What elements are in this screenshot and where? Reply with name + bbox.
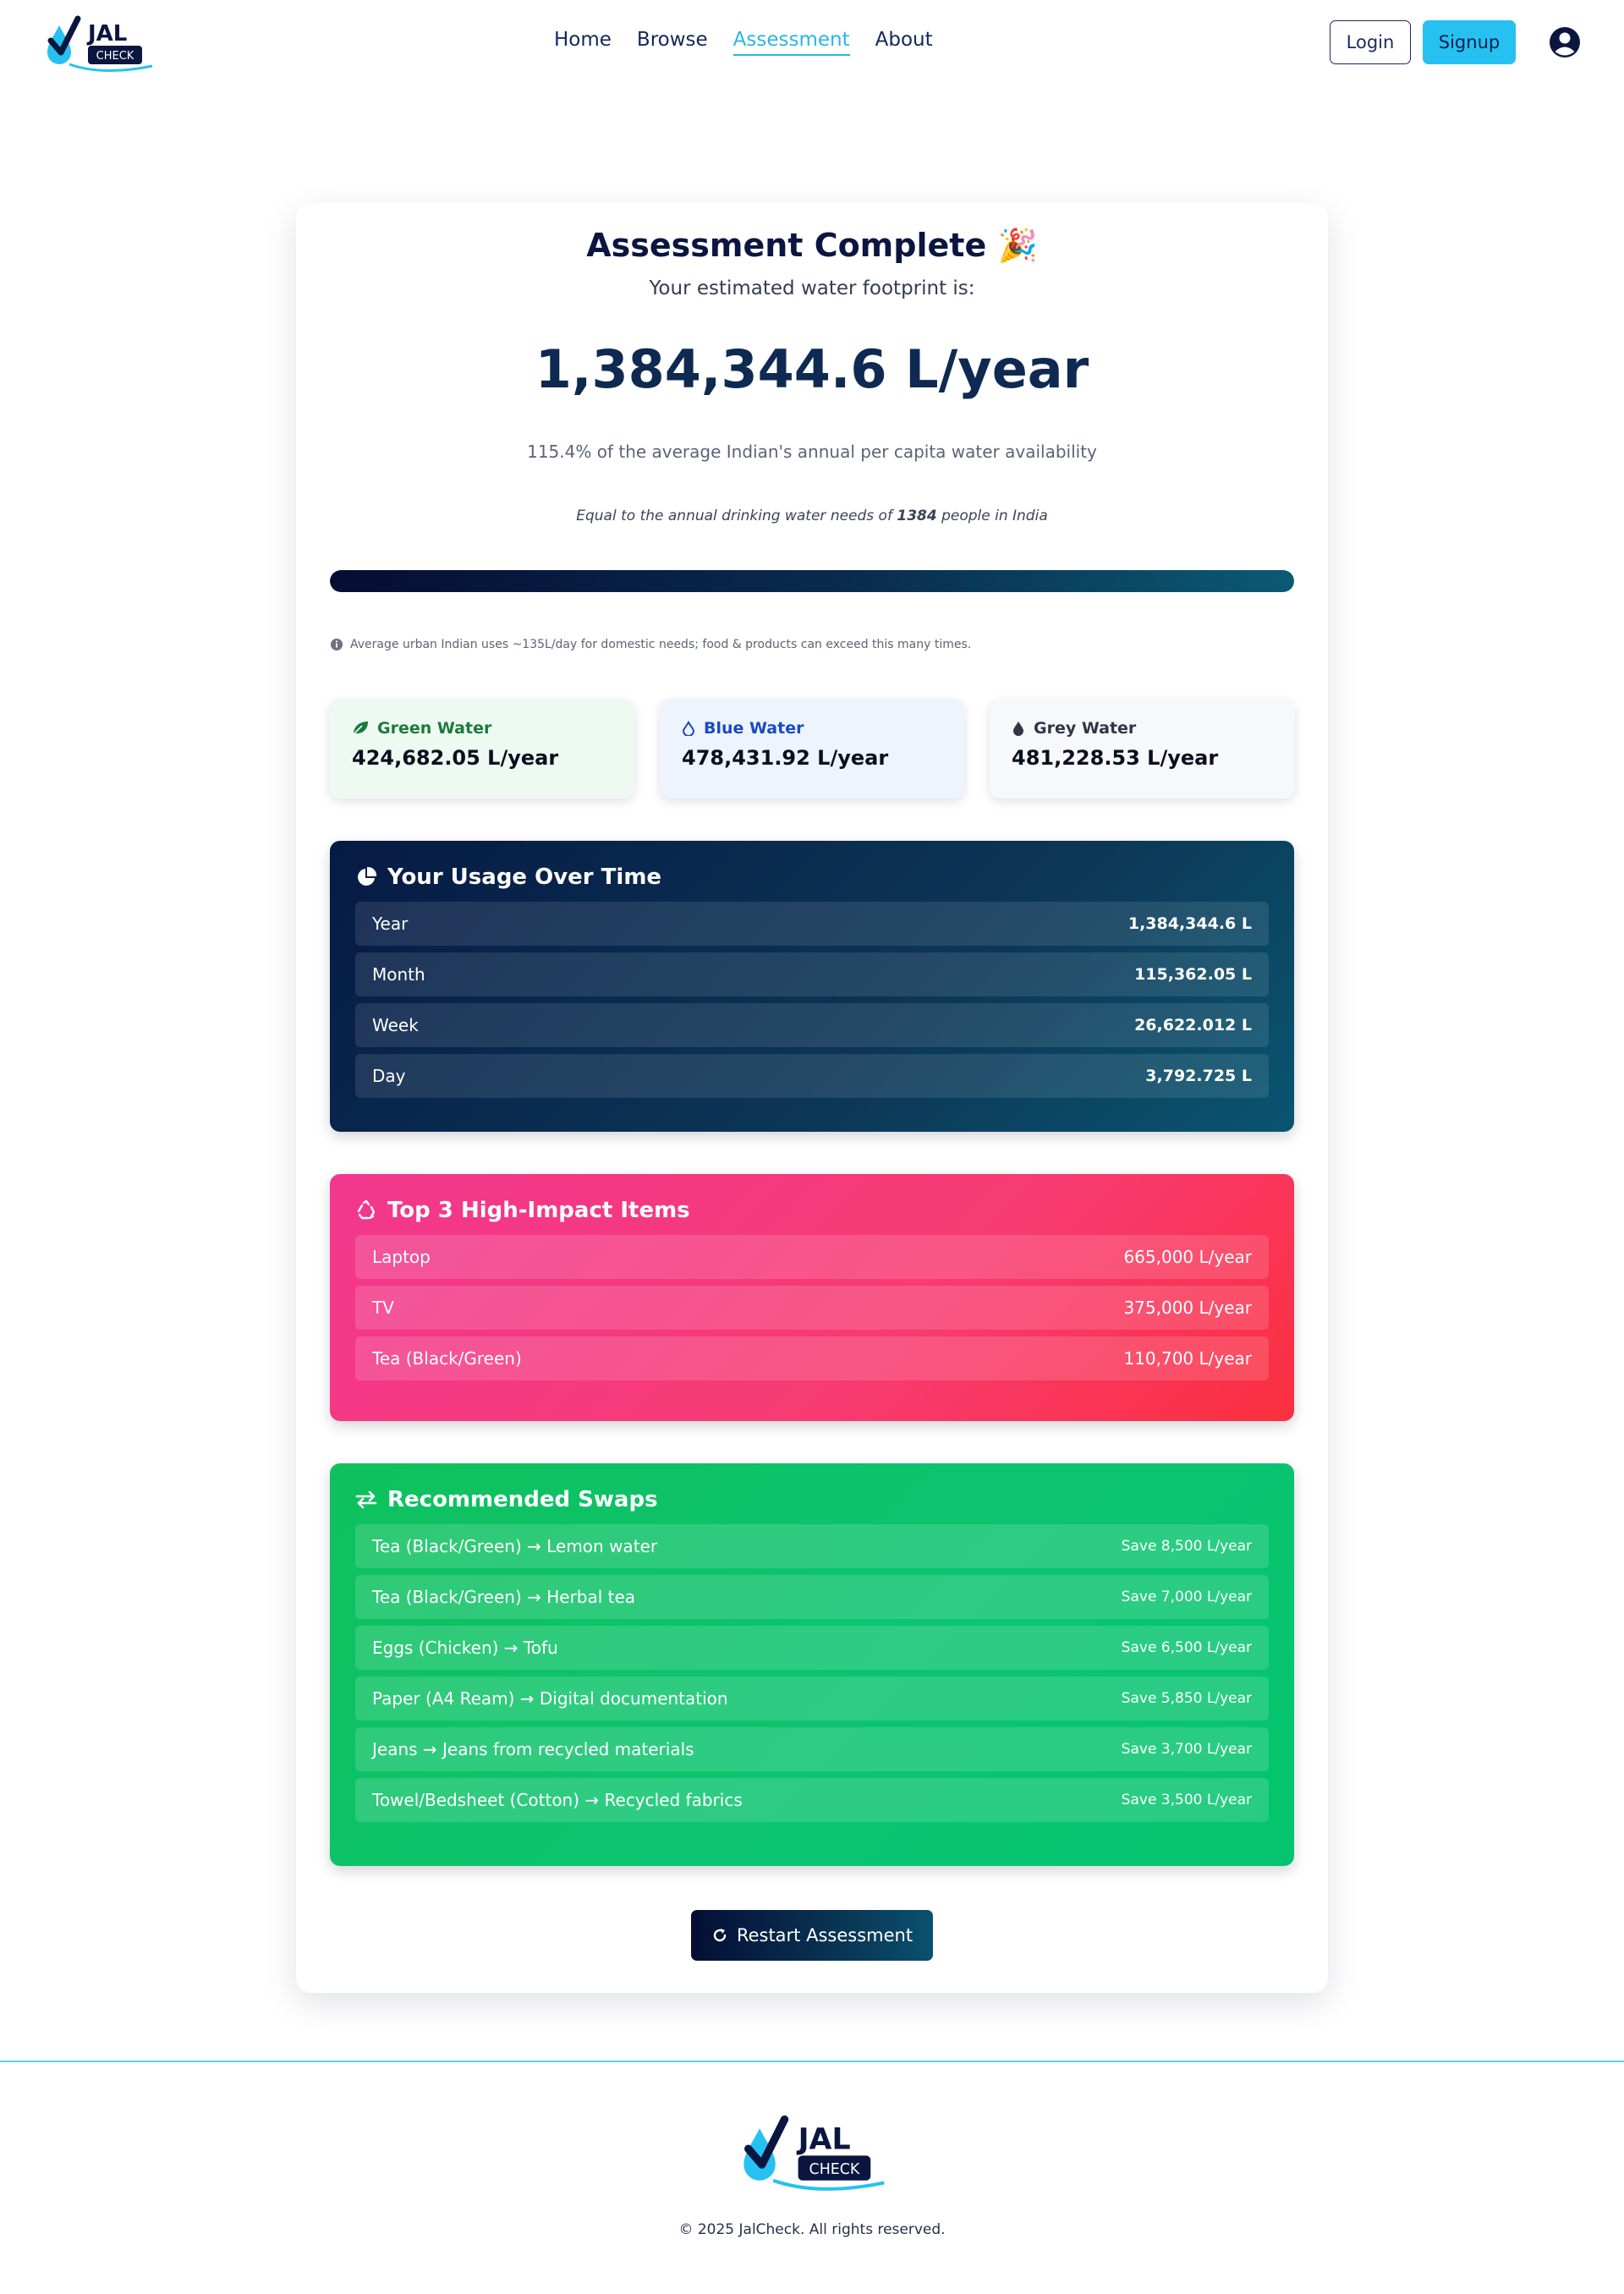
people-count: 1384	[897, 508, 937, 524]
pie-chart-icon	[358, 866, 377, 886]
nav-about[interactable]: About	[875, 29, 933, 56]
usage-title: Your Usage Over Time	[387, 864, 662, 890]
info-text: Average urban Indian uses ~135L/day for …	[350, 638, 972, 651]
logo-word1: JAL	[86, 21, 127, 47]
swap-saving: Save 8,500 L/year	[1121, 1538, 1252, 1555]
user-circle-icon[interactable]	[1548, 25, 1582, 59]
usage-label: Day	[372, 1066, 406, 1086]
percent-text: 115.4% of the average Indian's annual pe…	[527, 442, 1097, 462]
usage-label: Week	[372, 1015, 419, 1035]
usage-label: Month	[372, 964, 425, 985]
people-suffix: people in India	[936, 508, 1048, 524]
swap-saving: Save 3,700 L/year	[1121, 1741, 1252, 1758]
usage-over-time-panel: Your Usage Over Time Year 1,384,344.6 L M…	[330, 841, 1294, 1132]
grey-water-value: 481,228.53 L/year	[1012, 746, 1219, 770]
recycle-icon	[357, 1199, 376, 1220]
swap-label: Towel/Bedsheet (Cotton) → Recycled fabri…	[372, 1790, 743, 1810]
usage-value: 115,362.05 L	[1134, 965, 1252, 984]
footprint-value: 1,384,344.6 L/year	[535, 338, 1089, 400]
usage-value: 1,384,344.6 L	[1127, 914, 1252, 933]
impact-value: 110,700 L/year	[1123, 1348, 1252, 1369]
restart-label: Restart Assessment	[736, 1925, 914, 1946]
swap-saving: Save 5,850 L/year	[1121, 1690, 1252, 1707]
blue-water-label: Blue Water	[704, 719, 804, 738]
usage-value: 3,792.725 L	[1145, 1067, 1252, 1085]
subtitle: Your estimated water footprint is:	[649, 277, 975, 299]
impact-value: 665,000 L/year	[1123, 1247, 1252, 1267]
usage-row-year: Year 1,384,344.6 L	[355, 902, 1269, 946]
jalcheck-footer-logo: JAL CHECK	[743, 2115, 885, 2191]
swap-row: Towel/Bedsheet (Cotton) → Recycled fabri…	[355, 1778, 1269, 1822]
swap-row: Paper (A4 Ream) → Digital documentation S…	[355, 1677, 1269, 1720]
high-impact-panel: Top 3 High-Impact Items Laptop 665,000 L/…	[330, 1174, 1294, 1421]
signup-button[interactable]: Signup	[1423, 20, 1516, 64]
restart-assessment-button[interactable]: Restart Assessment	[691, 1910, 933, 1961]
impact-label: TV	[372, 1298, 394, 1318]
footer-divider	[0, 2061, 1624, 2062]
blue-water-card: Blue Water 478,431.92 L/year	[660, 699, 964, 799]
swap-label: Tea (Black/Green) → Herbal tea	[372, 1587, 636, 1607]
swap-row: Tea (Black/Green) → Lemon water Save 8,50…	[355, 1524, 1269, 1568]
nav-browse[interactable]: Browse	[637, 29, 708, 56]
logo-word2: CHECK	[809, 2161, 860, 2178]
nav-home[interactable]: Home	[554, 29, 612, 56]
swap-saving: Save 6,500 L/year	[1121, 1639, 1252, 1656]
blue-water-value: 478,431.92 L/year	[682, 746, 889, 770]
info-note: Average urban Indian uses ~135L/day for …	[330, 638, 971, 651]
party-popper-icon: 🎉	[997, 227, 1038, 264]
logo-word1: JAL	[797, 2122, 851, 2156]
swap-label: Jeans → Jeans from recycled materials	[372, 1739, 694, 1759]
progress-fill	[330, 570, 1294, 592]
footprint-progress-bar	[330, 570, 1294, 592]
usage-row-day: Day 3,792.725 L	[355, 1054, 1269, 1098]
swap-label: Paper (A4 Ream) → Digital documentation	[372, 1688, 728, 1709]
nav-assessment[interactable]: Assessment	[732, 29, 850, 56]
usage-row-month: Month 115,362.05 L	[355, 952, 1269, 996]
grey-water-label: Grey Water	[1034, 719, 1137, 738]
login-button[interactable]: Login	[1330, 20, 1411, 64]
title-text: Assessment Complete	[586, 227, 987, 264]
swap-label: Eggs (Chicken) → Tofu	[372, 1638, 558, 1658]
impact-value: 375,000 L/year	[1123, 1298, 1252, 1318]
swap-saving: Save 7,000 L/year	[1121, 1589, 1252, 1605]
impact-row: Tea (Black/Green) 110,700 L/year	[355, 1336, 1269, 1380]
recommended-swaps-panel: Recommended Swaps Tea (Black/Green) → Le…	[330, 1463, 1294, 1866]
green-water-value: 424,682.05 L/year	[352, 746, 559, 770]
usage-row-week: Week 26,622.012 L	[355, 1003, 1269, 1047]
usage-value: 26,622.012 L	[1134, 1016, 1252, 1034]
people-prefix: Equal to the annual drinking water needs…	[576, 508, 897, 524]
swap-row: Tea (Black/Green) → Herbal tea Save 7,000…	[355, 1575, 1269, 1619]
swap-arrows-icon	[355, 1490, 377, 1509]
nav-links: Home Browse Assessment About	[554, 29, 933, 56]
swap-saving: Save 3,500 L/year	[1121, 1792, 1252, 1808]
people-equivalent: Equal to the annual drinking water needs…	[296, 508, 1328, 524]
assessment-result-card: Assessment Complete 🎉 Your estimated wat…	[296, 203, 1328, 1993]
usage-label: Year	[372, 914, 409, 934]
green-water-label: Green Water	[377, 719, 492, 738]
swap-row: Jeans → Jeans from recycled materials Sav…	[355, 1727, 1269, 1771]
impact-title: Top 3 High-Impact Items	[387, 1198, 690, 1223]
info-icon	[331, 639, 343, 650]
copyright: © 2025 JalCheck. All rights reserved.	[678, 2221, 946, 2238]
logo-word2: CHECK	[96, 50, 134, 63]
jalcheck-logo[interactable]: JAL CHECK	[44, 12, 154, 73]
impact-label: Tea (Black/Green)	[372, 1348, 522, 1369]
page-title: Assessment Complete 🎉	[296, 227, 1328, 265]
impact-label: Laptop	[372, 1247, 431, 1267]
swap-row: Eggs (Chicken) → Tofu Save 6,500 L/year	[355, 1626, 1269, 1670]
impact-row: Laptop 665,000 L/year	[355, 1235, 1269, 1279]
swaps-title: Recommended Swaps	[387, 1487, 658, 1512]
leaf-icon	[353, 722, 368, 735]
droplet-outline-icon	[682, 721, 695, 736]
green-water-card: Green Water 424,682.05 L/year	[330, 699, 634, 799]
droplet-icon	[1013, 722, 1023, 736]
navbar: JAL CHECK Home Browse Assessment About L…	[0, 0, 1624, 85]
swap-label: Tea (Black/Green) → Lemon water	[372, 1536, 658, 1556]
refresh-icon	[713, 1929, 727, 1942]
impact-row: TV 375,000 L/year	[355, 1286, 1269, 1330]
grey-water-card: Grey Water 481,228.53 L/year	[990, 699, 1294, 799]
